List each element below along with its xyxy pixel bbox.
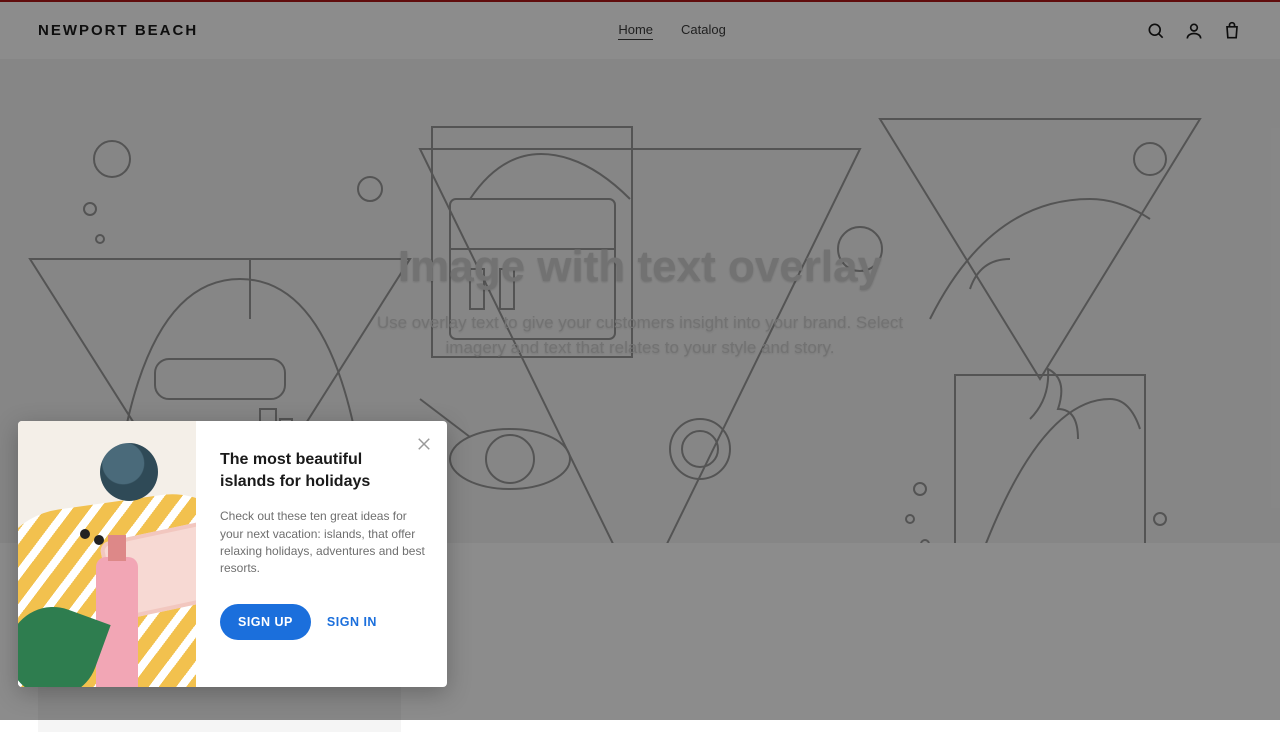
popup-body: The most beautiful islands for holidays … [196, 421, 447, 687]
popup-title: The most beautiful islands for holidays [220, 449, 425, 492]
popup-image [18, 421, 196, 687]
signin-button[interactable]: SIGN IN [327, 615, 377, 629]
popup-description: Check out these ten great ideas for your… [220, 508, 425, 578]
close-icon[interactable] [415, 435, 433, 453]
promo-popup: The most beautiful islands for holidays … [18, 421, 447, 687]
popup-actions: SIGN UP SIGN IN [220, 604, 425, 640]
signup-button[interactable]: SIGN UP [220, 604, 311, 640]
